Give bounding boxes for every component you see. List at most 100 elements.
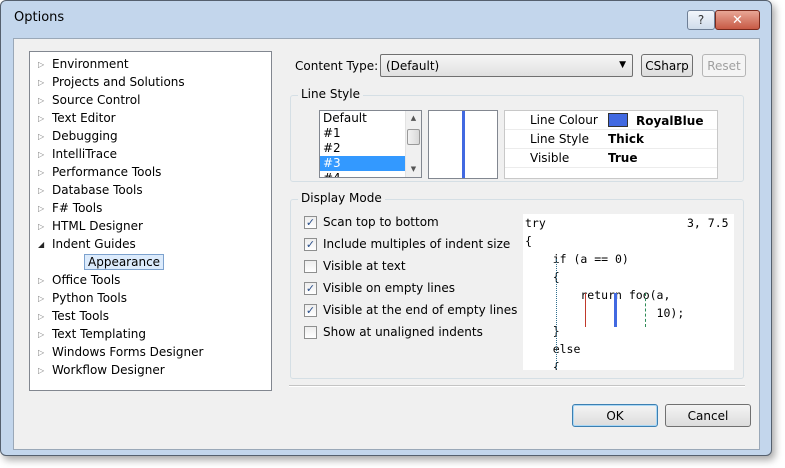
collapsed-arrow-icon[interactable]: ▷ [38,348,52,357]
collapsed-arrow-icon[interactable]: ▷ [38,294,52,303]
tree-item-label: Appearance [84,254,165,270]
ok-button[interactable]: OK [572,404,658,427]
tree-item[interactable]: ▷ Debugging [38,127,118,145]
checkbox-label: Scan top to bottom [323,215,439,229]
collapsed-arrow-icon[interactable]: ▷ [38,312,52,321]
content-type-value: (Default) [386,59,440,73]
checkbox-label: Visible on empty lines [323,281,455,295]
cancel-button[interactable]: Cancel [665,404,751,427]
collapsed-arrow-icon[interactable]: ▷ [38,150,52,159]
collapsed-arrow-icon[interactable]: ▷ [38,60,52,69]
collapsed-arrow-icon[interactable]: ▷ [38,366,52,375]
help-button[interactable]: ? [687,10,715,30]
property-name: Line Style [530,132,589,146]
tree-item-label: IntelliTrace [52,147,118,161]
tree-item[interactable]: ◢ Indent Guides [38,235,136,253]
scroll-up-arrow-icon[interactable]: ▲ [406,111,421,126]
line-properties-grid[interactable]: Line Colour RoyalBlue Line Style Thick V… [504,110,718,179]
code-line: return foo(a, [525,288,671,302]
collapsed-arrow-icon[interactable]: ▷ [38,96,52,105]
code-line: 10); [525,306,685,320]
display-option[interactable]: Show at unaligned indents [304,323,483,341]
tree-item-label: HTML Designer [52,219,143,233]
checkbox-unchecked[interactable] [304,325,317,339]
tree-item-label: Python Tools [52,291,127,305]
tree-item[interactable]: ▷ Text Editor [38,109,116,127]
checkbox-label: Visible at the end of empty lines [323,303,518,317]
property-name: Line Colour [530,113,598,127]
tree-item-label: Test Tools [52,309,110,323]
scroll-thumb[interactable] [407,129,420,145]
checkbox-checked[interactable]: ✓ [304,215,317,229]
line-style-group-label: Line Style [298,87,363,101]
code-line: if (a == 0) [525,252,629,266]
tree-item[interactable]: ▷ Environment [38,55,129,73]
tree-item-label: Debugging [52,129,118,143]
options-tree[interactable]: ▷ Environment ▷ Projects and Solutions ▷ Sour… [29,51,272,391]
collapsed-arrow-icon[interactable]: ▷ [38,276,52,285]
code-annotation: 3, 7.5 [687,216,729,230]
tree-item[interactable]: ▷ Python Tools [38,289,127,307]
display-option[interactable]: ✓ Include multiples of indent size [304,235,510,253]
window-title: Options [14,10,65,25]
tree-item[interactable]: ▷ F# Tools [38,199,102,217]
checkbox-label: Include multiples of indent size [323,237,511,251]
tree-item-label: Source Control [52,93,141,107]
tree-item[interactable]: ▷ Test Tools [38,307,109,325]
tree-item[interactable]: ▷ HTML Designer [38,217,143,235]
expanded-arrow-icon[interactable]: ◢ [38,240,52,249]
tree-item-label: Environment [52,57,129,71]
collapsed-arrow-icon[interactable]: ▷ [38,186,52,195]
collapsed-arrow-icon[interactable]: ▷ [38,330,52,339]
tree-item-label: Workflow Designer [52,363,165,377]
tree-item[interactable]: ▷ Source Control [38,91,140,109]
collapsed-arrow-icon[interactable]: ▷ [38,168,52,177]
display-mode-group-label: Display Mode [298,191,385,205]
tree-item[interactable]: ▷ Database Tools [38,181,143,199]
csharp-button[interactable]: CSharp [641,54,693,77]
tree-item[interactable]: ▷ Office Tools [38,271,120,289]
scroll-down-arrow-icon[interactable]: ▼ [406,162,421,177]
collapsed-arrow-icon[interactable]: ▷ [38,204,52,213]
list-scrollbar[interactable]: ▲ ▼ [405,111,421,177]
tree-item[interactable]: ▷ Projects and Solutions [38,73,185,91]
collapsed-arrow-icon[interactable]: ▷ [38,78,52,87]
checkbox-unchecked[interactable] [304,259,317,273]
tree-item-label: Office Tools [52,273,121,287]
property-row-line-style[interactable]: Line Style Thick [505,130,717,149]
property-value[interactable]: Thick [608,132,644,146]
close-button[interactable]: ✕ [715,10,760,30]
reset-button[interactable]: Reset [702,54,746,77]
collapsed-arrow-icon[interactable]: ▷ [38,114,52,123]
tree-item[interactable]: ▷ Performance Tools [38,163,161,181]
tree-item-appearance[interactable]: Appearance [84,253,165,271]
display-option[interactable]: ✓ Scan top to bottom [304,213,439,231]
code-line: else [525,342,581,356]
property-name: Visible [530,151,570,165]
tree-item-label: Text Templating [52,327,147,341]
code-line: { [525,270,560,284]
collapsed-arrow-icon[interactable]: ▷ [38,132,52,141]
property-value[interactable]: True [608,151,637,165]
display-option[interactable]: ✓ Visible at the end of empty lines [304,301,517,319]
collapsed-arrow-icon[interactable]: ▷ [38,222,52,231]
checkbox-checked[interactable]: ✓ [304,237,317,251]
code-line: { [525,234,532,248]
property-row-visible[interactable]: Visible True [505,149,717,168]
line-style-list[interactable]: Default #1 #2 #3 #4 ▲ ▼ [319,110,422,178]
display-option[interactable]: Visible at text [304,257,406,275]
dialog-content: ▷ Environment ▷ Projects and Solutions ▷ Sour… [13,38,760,450]
property-value[interactable]: RoyalBlue [608,113,703,128]
tree-item[interactable]: ▷ IntelliTrace [38,145,117,163]
checkbox-checked[interactable]: ✓ [304,303,317,317]
indent-guide-green [645,293,646,327]
tree-item[interactable]: ▷ Windows Forms Designer [38,343,203,361]
checkbox-checked[interactable]: ✓ [304,281,317,295]
tree-item[interactable]: ▷ Workflow Designer [38,361,165,379]
property-row-line-colour[interactable]: Line Colour RoyalBlue [505,111,717,130]
display-option[interactable]: ✓ Visible on empty lines [304,279,455,297]
tree-item-label: Windows Forms Designer [52,345,204,359]
content-type-select[interactable]: (Default) ▼ [380,54,633,77]
title-bar[interactable]: Options ? ✕ [1,1,771,31]
tree-item[interactable]: ▷ Text Templating [38,325,146,343]
